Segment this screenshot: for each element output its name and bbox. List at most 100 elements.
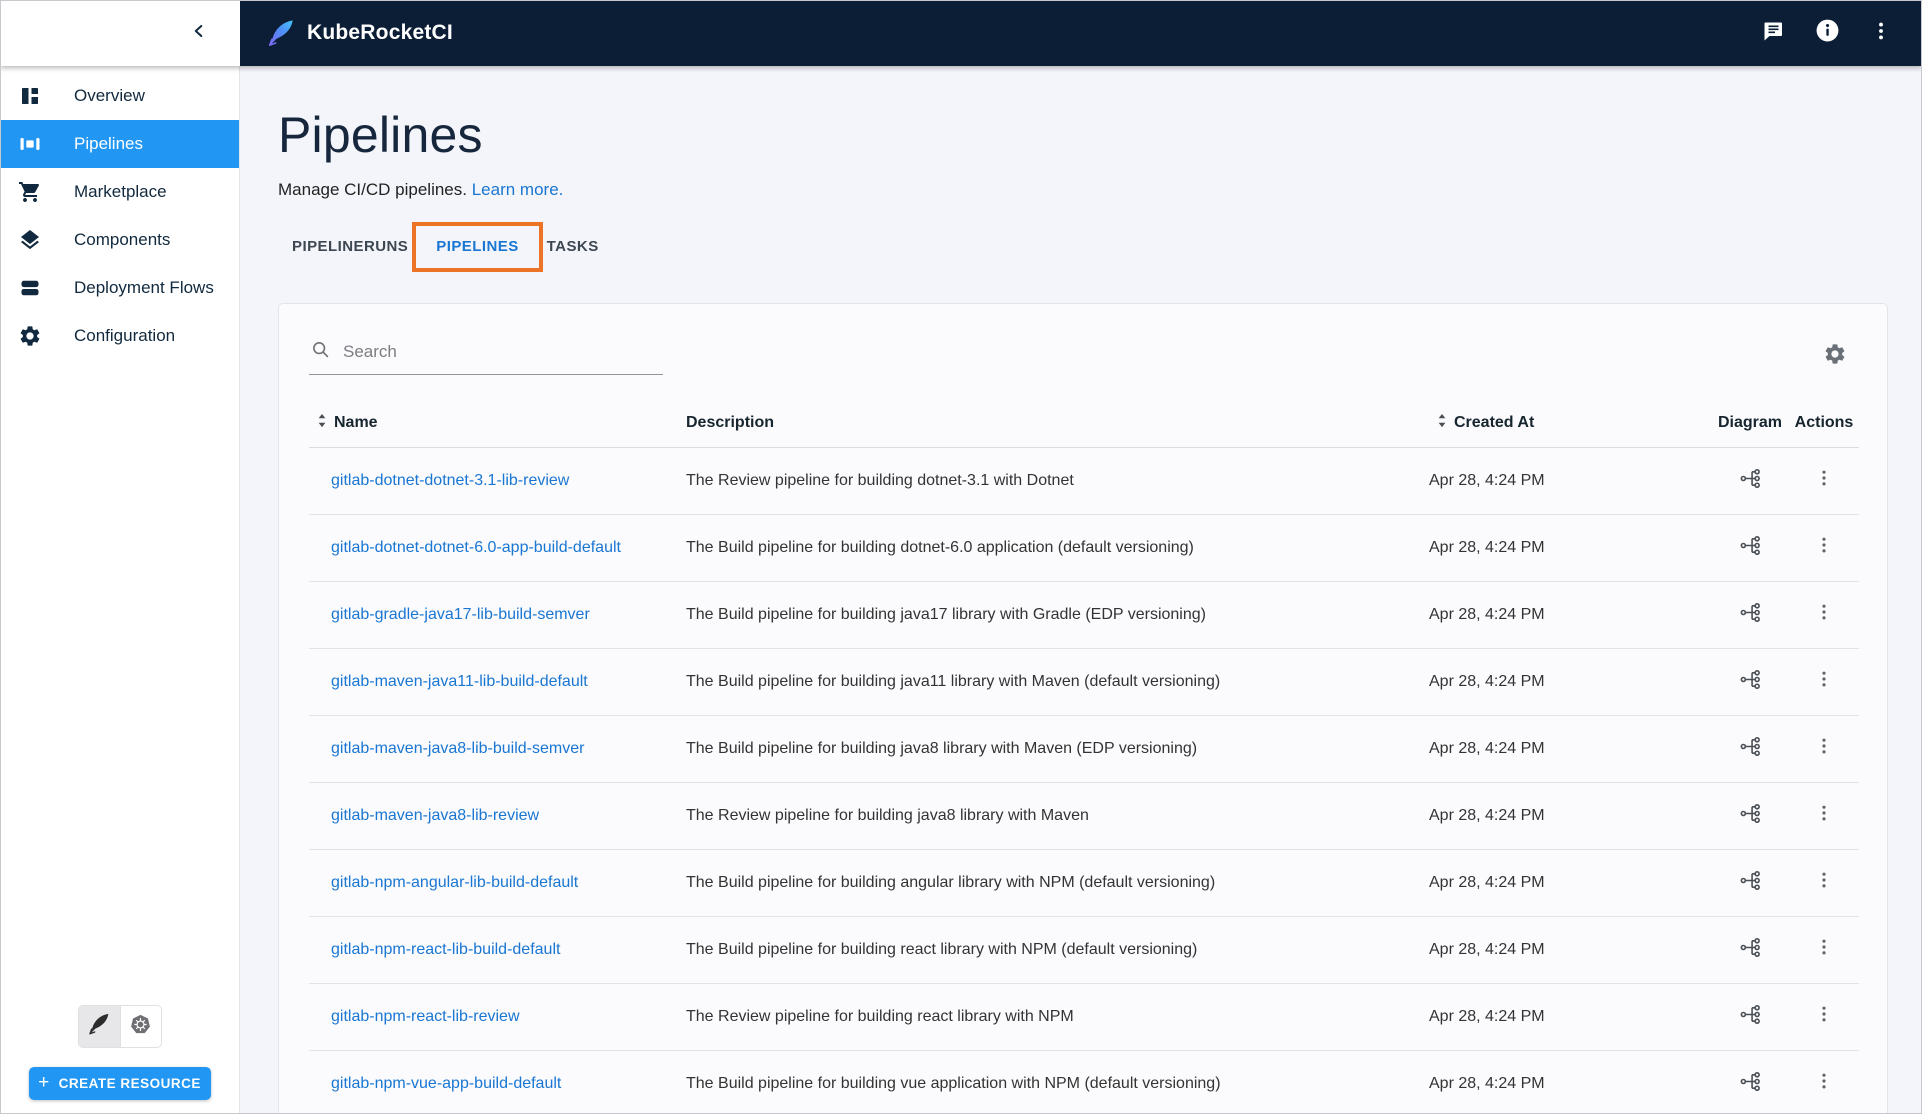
diagram-tree-icon xyxy=(1740,736,1761,762)
sidebar-item-pipelines[interactable]: Pipelines xyxy=(0,120,239,168)
diagram-button[interactable] xyxy=(1734,666,1766,698)
info-button[interactable] xyxy=(1814,20,1840,46)
pipeline-name-link[interactable]: gitlab-npm-angular-lib-build-default xyxy=(331,874,578,891)
app-title: KubeRocketCI xyxy=(307,21,453,45)
pipeline-name-link[interactable]: gitlab-npm-vue-app-build-default xyxy=(331,1075,561,1092)
tab-bar: PIPELINERUNSPIPELINESTASKS xyxy=(278,222,1922,270)
diagram-button[interactable] xyxy=(1734,733,1766,765)
create-resource-button[interactable]: + CREATE RESOURCE xyxy=(29,1067,211,1100)
row-actions-button[interactable] xyxy=(1808,934,1840,966)
kebab-menu-icon xyxy=(1814,602,1834,627)
topbar-main: KubeRocketCI xyxy=(240,0,1922,66)
tab-pipelines[interactable]: PIPELINES xyxy=(422,222,532,270)
column-header-name[interactable]: Name xyxy=(309,399,686,447)
sidebar-item-overview[interactable]: Overview xyxy=(0,72,239,120)
pipeline-created-at: Apr 28, 4:24 PM xyxy=(1429,715,1711,782)
pipeline-created-at: Apr 28, 4:24 PM xyxy=(1429,581,1711,648)
row-actions-button[interactable] xyxy=(1808,1068,1840,1100)
pipeline-name-link[interactable]: gitlab-maven-java11-lib-build-default xyxy=(331,673,588,690)
topbar: KubeRocketCI xyxy=(0,0,1922,66)
kebab-menu-icon xyxy=(1814,870,1834,895)
diagram-button[interactable] xyxy=(1734,1001,1766,1033)
kebab-menu-icon xyxy=(1814,468,1834,493)
diagram-cell xyxy=(1711,849,1789,916)
configuration-icon xyxy=(18,324,42,348)
pipeline-created-at: Apr 28, 4:24 PM xyxy=(1429,782,1711,849)
learn-more-link[interactable]: Learn more. xyxy=(472,180,564,199)
table-row: gitlab-gradle-java17-lib-build-semverThe… xyxy=(309,581,1859,648)
diagram-button[interactable] xyxy=(1734,934,1766,966)
sidebar-item-marketplace[interactable]: Marketplace xyxy=(0,168,239,216)
kebab-menu-icon xyxy=(1814,803,1834,828)
row-actions-button[interactable] xyxy=(1808,1001,1840,1033)
pipeline-name-link[interactable]: gitlab-dotnet-dotnet-6.0-app-build-defau… xyxy=(331,539,621,556)
components-icon xyxy=(18,228,42,252)
actions-cell xyxy=(1789,1050,1859,1114)
topbar-menu-button[interactable] xyxy=(1868,20,1894,46)
row-actions-button[interactable] xyxy=(1808,867,1840,899)
pipeline-name-link[interactable]: gitlab-maven-java8-lib-build-semver xyxy=(331,740,584,757)
diagram-button[interactable] xyxy=(1734,1068,1766,1100)
actions-cell xyxy=(1789,715,1859,782)
pipeline-created-at: Apr 28, 4:24 PM xyxy=(1429,983,1711,1050)
info-icon xyxy=(1815,18,1840,48)
kuberocketci-icon xyxy=(87,1012,111,1041)
sidebar-nav: Overview Pipelines Marketplace ComponentsDe… xyxy=(0,66,239,360)
row-actions-button[interactable] xyxy=(1808,666,1840,698)
sidebar-item-label: Marketplace xyxy=(74,182,167,202)
pipeline-name-link[interactable]: gitlab-npm-react-lib-build-default xyxy=(331,941,560,958)
column-label: Actions xyxy=(1795,414,1854,431)
table-settings-button[interactable] xyxy=(1823,342,1847,366)
kebab-menu-icon xyxy=(1814,535,1834,560)
view-toggle-kubernetes[interactable] xyxy=(120,1006,161,1047)
diagram-cell xyxy=(1711,648,1789,715)
pipelines-table-card: NameDescriptionCreated AtDiagramActions … xyxy=(278,303,1888,1114)
sidebar-collapse-button[interactable] xyxy=(184,18,214,48)
marketplace-icon xyxy=(18,180,42,204)
actions-cell xyxy=(1789,447,1859,514)
diagram-button[interactable] xyxy=(1734,532,1766,564)
diagram-button[interactable] xyxy=(1734,800,1766,832)
diagram-cell xyxy=(1711,715,1789,782)
kebab-menu-icon xyxy=(1814,1071,1834,1096)
pipeline-name-link[interactable]: gitlab-npm-react-lib-review xyxy=(331,1008,520,1025)
diagram-cell xyxy=(1711,916,1789,983)
topbar-actions xyxy=(1760,20,1894,46)
table-row: gitlab-maven-java8-lib-reviewThe Review … xyxy=(309,782,1859,849)
actions-cell xyxy=(1789,983,1859,1050)
table-row: gitlab-dotnet-dotnet-3.1-lib-reviewThe R… xyxy=(309,447,1859,514)
feedback-button[interactable] xyxy=(1760,20,1786,46)
diagram-button[interactable] xyxy=(1734,867,1766,899)
view-toggle-group xyxy=(78,1005,162,1048)
actions-cell xyxy=(1789,514,1859,581)
table-header: NameDescriptionCreated AtDiagramActions xyxy=(309,399,1859,447)
diagram-button[interactable] xyxy=(1734,599,1766,631)
table-row: gitlab-maven-java11-lib-build-defaultThe… xyxy=(309,648,1859,715)
view-toggle-kuberocketci[interactable] xyxy=(79,1006,120,1047)
search-input[interactable] xyxy=(343,342,661,362)
table-row: gitlab-npm-react-lib-build-defaultThe Bu… xyxy=(309,916,1859,983)
sidebar-item-components[interactable]: Components xyxy=(0,216,239,264)
diagram-tree-icon xyxy=(1740,1004,1761,1030)
pipeline-created-at: Apr 28, 4:24 PM xyxy=(1429,916,1711,983)
row-actions-button[interactable] xyxy=(1808,532,1840,564)
sidebar-item-configuration[interactable]: Configuration xyxy=(0,312,239,360)
row-actions-button[interactable] xyxy=(1808,800,1840,832)
row-actions-button[interactable] xyxy=(1808,599,1840,631)
pipeline-description: The Review pipeline for building react l… xyxy=(686,983,1429,1050)
tab-tasks[interactable]: TASKS xyxy=(533,222,613,270)
pipeline-name-link[interactable]: gitlab-maven-java8-lib-review xyxy=(331,807,539,824)
pipeline-name-link[interactable]: gitlab-gradle-java17-lib-build-semver xyxy=(331,606,590,623)
kebab-menu-icon xyxy=(1814,669,1834,694)
column-label: Name xyxy=(334,414,378,432)
sidebar-item-label: Overview xyxy=(74,86,145,106)
tab-pipelineruns[interactable]: PIPELINERUNS xyxy=(278,222,422,270)
sidebar-item-deployment-flows[interactable]: Deployment Flows xyxy=(0,264,239,312)
row-actions-button[interactable] xyxy=(1808,465,1840,497)
diagram-button[interactable] xyxy=(1734,465,1766,497)
pipeline-name-link[interactable]: gitlab-dotnet-dotnet-3.1-lib-review xyxy=(331,472,569,489)
row-actions-button[interactable] xyxy=(1808,733,1840,765)
pipeline-name-cell: gitlab-maven-java11-lib-build-default xyxy=(309,648,686,715)
column-header-created-at[interactable]: Created At xyxy=(1429,399,1711,447)
actions-cell xyxy=(1789,916,1859,983)
